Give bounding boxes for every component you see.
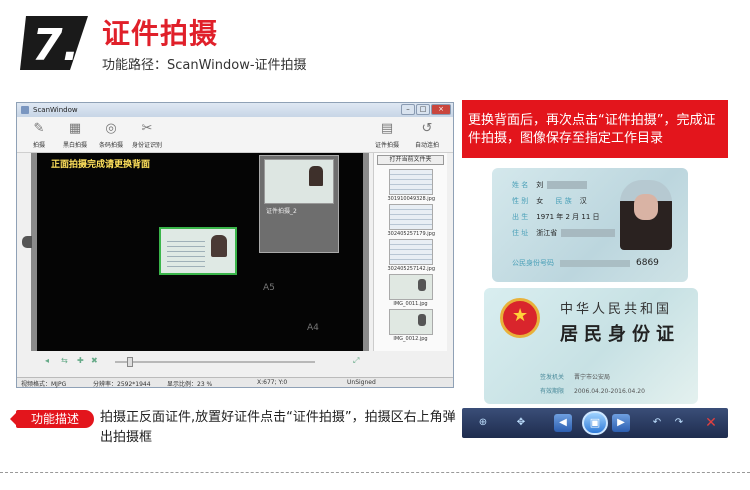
toolbar-label: 拍摄 xyxy=(32,142,45,149)
zoom-in-icon[interactable]: ✚ xyxy=(77,356,84,365)
rotate-right-icon[interactable]: ↷ xyxy=(670,414,688,432)
toolbar-id-recognize-button[interactable]: ✂ 身份证识别 xyxy=(127,119,167,149)
camera-viewer[interactable]: 正面拍摄完成请更换背面 证件拍摄_2 A5 A4 xyxy=(31,153,369,351)
function-description: 拍摄正反面证件,放置好证件点击“证件拍摄”，拍摄区右上角弹出拍摄框 xyxy=(100,410,456,445)
front-id-number-row: 公民身份号码 6869 xyxy=(512,258,659,268)
rotate-left-icon[interactable]: ↶ xyxy=(648,414,666,432)
barcode-camera-icon: ◎ xyxy=(105,121,117,136)
auto-burst-icon: ↺ xyxy=(421,121,433,136)
toolbar-label: 身份证识别 xyxy=(131,142,162,149)
toolbar-id-capture-button[interactable]: ▤ 证件拍摄 xyxy=(367,119,407,149)
maximize-button[interactable]: □ xyxy=(416,104,430,115)
id-photo xyxy=(620,180,672,250)
thumbnail-item[interactable]: IMG_0011.jpg xyxy=(388,274,434,307)
toolbar-bw-button[interactable]: ▦ 黑白拍摄 xyxy=(55,119,95,149)
status-format: 视频格式：MJPG xyxy=(21,381,67,388)
zoom-out-icon[interactable]: ✖ xyxy=(91,356,98,365)
zoom-slider[interactable] xyxy=(115,361,315,363)
scanwindow-screenshot: ScanWindow – □ × ✎ 拍摄 ▦ 黑白拍摄 ◎ 条码拍摄 ✂ 身份… xyxy=(16,102,454,388)
delete-icon[interactable]: ✕ xyxy=(702,414,720,432)
thumbnail-item[interactable]: 301910049328.jpg xyxy=(388,169,435,202)
back-country: 中华人民共和国 xyxy=(560,302,673,317)
front-address-row: 住 址浙江省 xyxy=(512,228,616,238)
rotate-left-icon[interactable]: ◂ xyxy=(45,356,49,365)
back-card-title: 居民身份证 xyxy=(560,324,680,345)
window-titlebar: ScanWindow – □ × xyxy=(17,103,453,117)
id-recognize-icon: ✂ xyxy=(141,121,153,136)
thumbnail-item[interactable]: IMG_0012.jpg xyxy=(388,309,434,342)
front-name-row: 姓 名刘 xyxy=(512,180,588,190)
window-title: ScanWindow xyxy=(33,106,78,114)
toolbar-label: 自动连拍 xyxy=(414,142,439,149)
status-zoom: 显示比例：23 % xyxy=(167,381,213,388)
open-folder-button[interactable]: 打开当前文件夹 xyxy=(377,155,444,165)
id-capture-icon: ▤ xyxy=(380,121,394,136)
toolbar: ✎ 拍摄 ▦ 黑白拍摄 ◎ 条码拍摄 ✂ 身份证识别 ▤ 证件拍摄 ↺ 自动连拍 xyxy=(17,117,453,153)
detected-id-card xyxy=(159,227,237,275)
step-number: 7. xyxy=(32,20,79,71)
function-description-label: 功能描述 xyxy=(10,410,94,428)
close-button[interactable]: × xyxy=(431,104,451,115)
thumbnail-item[interactable]: 302405257142.jpg xyxy=(388,239,435,272)
previous-icon[interactable]: ◀ xyxy=(554,414,572,432)
slideshow-icon[interactable]: ▣ xyxy=(582,411,608,435)
thumbnail-panel: 打开当前文件夹 301910049328.jpg 302405257179.jp… xyxy=(373,153,447,351)
toolbar-shutter-button[interactable]: ✎ 拍摄 xyxy=(19,119,59,149)
viewer-mark: A4 xyxy=(307,323,319,333)
page-title: 证件拍摄 xyxy=(102,17,219,50)
bw-camera-icon: ▦ xyxy=(68,121,82,136)
status-coords: X:677; Y:0 xyxy=(257,379,288,386)
toolbar-label: 证件拍摄 xyxy=(374,142,399,149)
minimize-button[interactable]: – xyxy=(401,104,415,115)
rotate-icon[interactable]: ⇆ xyxy=(61,356,68,365)
fit-icon[interactable]: ✥ xyxy=(512,414,530,432)
toolbar-auto-burst-button[interactable]: ↺ 自动连拍 xyxy=(407,119,447,149)
viewer-controls: ◂ ⇆ ✚ ✖ ⤢ xyxy=(31,355,369,369)
popup-caption: 证件拍摄_2 xyxy=(266,208,297,215)
step-number-badge: 7. xyxy=(20,16,88,71)
app-icon xyxy=(21,106,29,114)
thumbnail-item[interactable]: 302405257179.jpg xyxy=(388,204,435,237)
id-card-back: 中华人民共和国 居民身份证 签发机关晋宁市公安局 有效期限2006.04.20-… xyxy=(484,288,698,404)
national-emblem-icon xyxy=(500,298,540,338)
toolbar-label: 黑白拍摄 xyxy=(62,142,87,149)
status-resolution: 分辨率：2592*1944 xyxy=(93,381,151,388)
function-path: 功能路径：ScanWindow-证件拍摄 xyxy=(102,58,307,73)
viewer-mark: A5 xyxy=(263,283,275,293)
captured-front-thumbnail xyxy=(264,159,334,204)
image-viewer-toolbar: ⊕ ✥ ◀ ▣ ▶ ↶ ↷ ✕ xyxy=(462,408,728,438)
status-bar: 视频格式：MJPG 分辨率：2592*1944 显示比例：23 % X:677;… xyxy=(17,377,453,388)
back-authority-row: 签发机关 晋宁市公安局 xyxy=(540,374,611,381)
toolbar-barcode-button[interactable]: ◎ 条码拍摄 xyxy=(91,119,131,149)
zoom-icon[interactable]: ⊕ xyxy=(474,414,492,432)
toolbar-label: 条码拍摄 xyxy=(98,142,123,149)
captured-id-images: 姓 名刘 性 别女 民 族汉 出 生 1971 年 2 月 11 日 住 址浙江省… xyxy=(462,158,728,408)
next-icon[interactable]: ▶ xyxy=(612,414,630,432)
instruction-banner: 更换背面后，再次点击“证件拍摄”，完成证件拍摄，图像保存至指定工作目录 xyxy=(462,100,728,158)
shutter-icon: ✎ xyxy=(33,121,45,136)
viewer-message: 正面拍摄完成请更换背面 xyxy=(51,160,151,170)
capture-popup[interactable]: 证件拍摄_2 xyxy=(259,155,339,253)
front-sex-row: 性 别女 民 族汉 xyxy=(512,197,587,205)
status-sign: UnSigned xyxy=(347,379,376,386)
fit-screen-icon[interactable]: ⤢ xyxy=(353,356,359,366)
zoom-slider-handle[interactable] xyxy=(127,357,133,367)
section-divider xyxy=(0,472,750,473)
front-birth-row: 出 生 1971 年 2 月 11 日 xyxy=(512,213,600,221)
back-valid-row: 有效期限 2006.04.20-2016.04.20 xyxy=(540,388,645,395)
id-card-front: 姓 名刘 性 别女 民 族汉 出 生 1971 年 2 月 11 日 住 址浙江省… xyxy=(492,168,688,282)
side-handle xyxy=(22,236,32,248)
